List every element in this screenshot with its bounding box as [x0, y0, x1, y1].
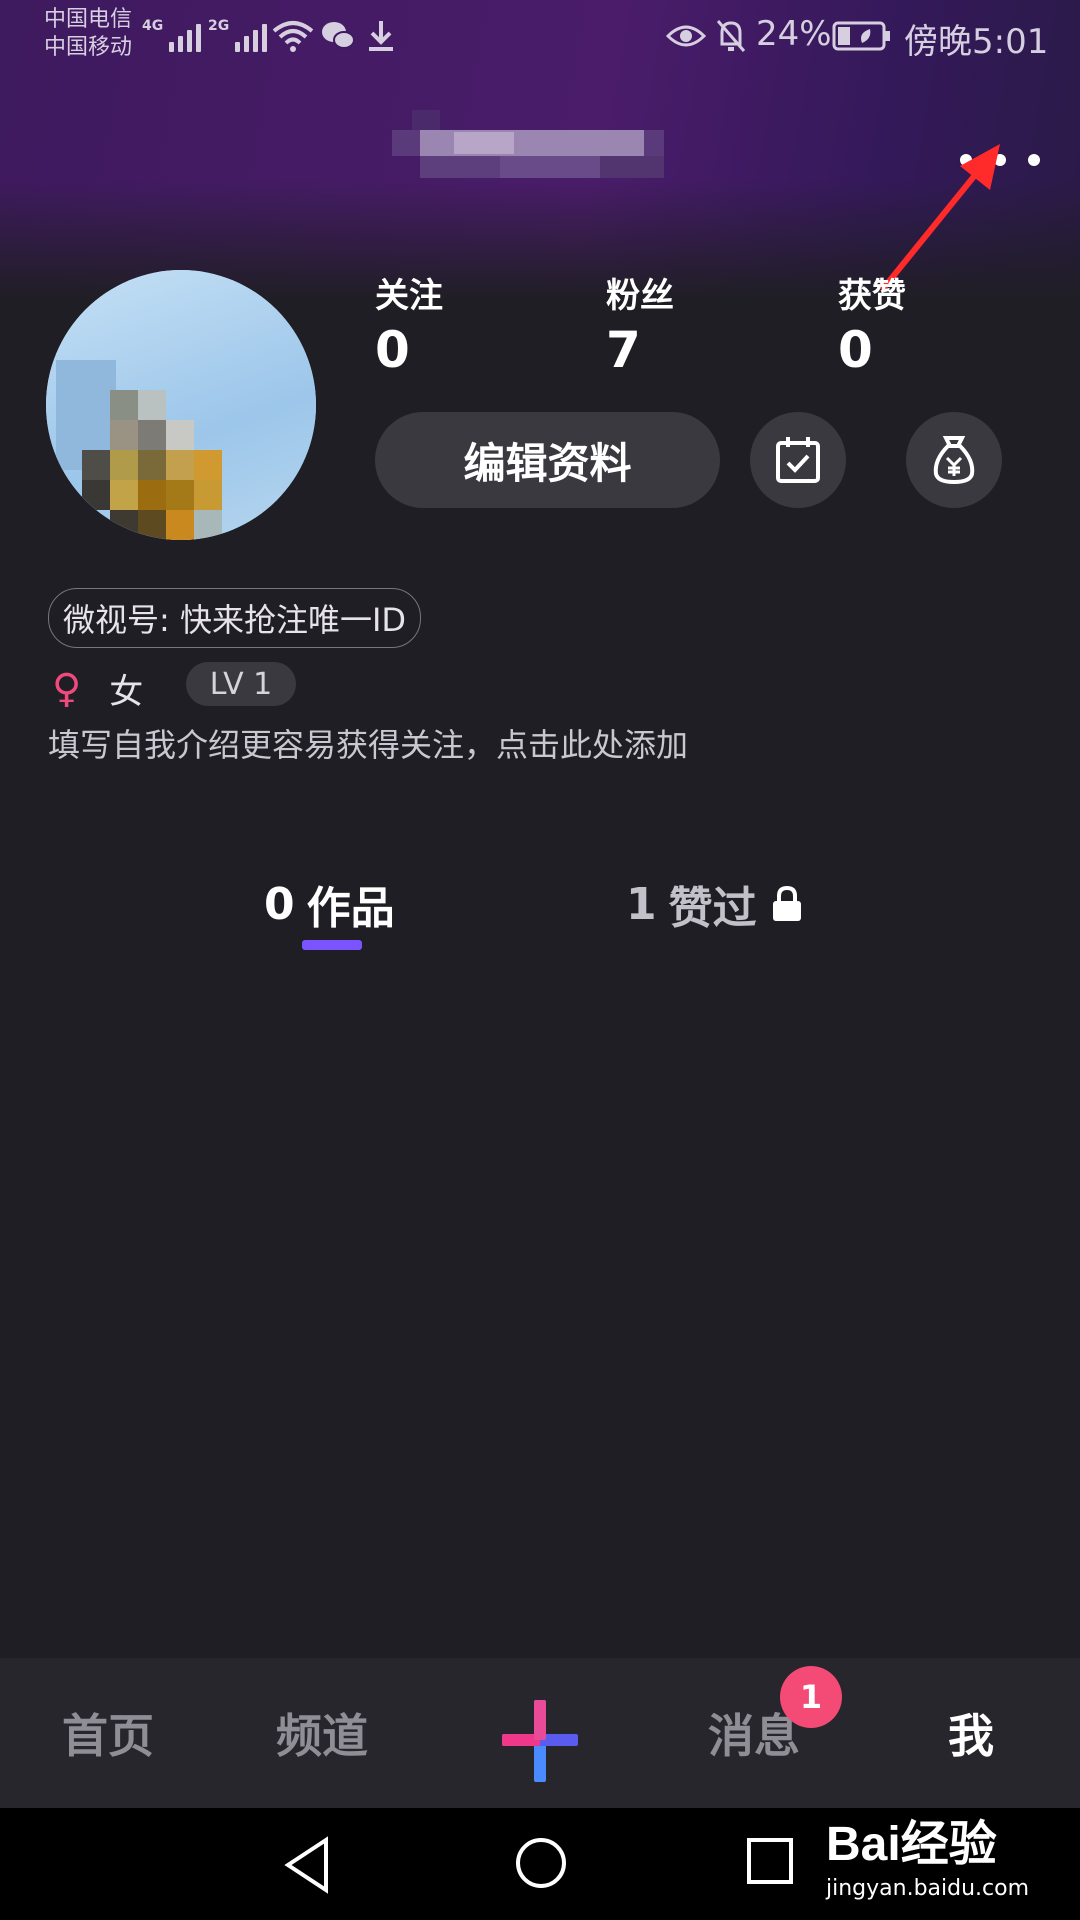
tab-liked[interactable]: 1 赞过	[626, 872, 803, 936]
wifi-icon	[272, 18, 314, 54]
recents-square-icon[interactable]	[746, 1836, 794, 1886]
status-bar: 中国电信 中国移动 4G 2G 24% 傍晚5:01	[0, 0, 1080, 76]
username-blurred	[392, 110, 672, 196]
female-icon: ♀	[52, 665, 82, 712]
mute-bell-icon	[714, 18, 748, 54]
wallet-button[interactable]	[906, 412, 1002, 508]
dot-icon	[1028, 154, 1040, 166]
lock-icon	[772, 886, 801, 921]
baidu-watermark: Bai经验 jingyan.baidu.com	[826, 1804, 1029, 1901]
checkin-button[interactable]	[750, 412, 846, 508]
level-badge: LV 1	[186, 662, 296, 706]
calendar-check-icon	[776, 437, 820, 483]
avatar[interactable]	[46, 270, 316, 540]
watermark-brand: Bai经验	[826, 1818, 997, 1871]
back-icon[interactable]	[282, 1836, 332, 1894]
eye-icon	[666, 18, 706, 54]
active-tab-indicator	[302, 940, 362, 950]
signal-2-icon: 2G	[208, 18, 268, 52]
stat-following[interactable]: 关注 0	[375, 268, 443, 379]
stat-value: 7	[606, 321, 641, 379]
carrier-names: 中国电信 中国移动	[44, 6, 132, 62]
tab-label: 赞过	[668, 883, 757, 934]
nav-channels[interactable]: 频道	[276, 1700, 368, 1766]
weishi-id-text: 微视号: 快来抢注唯一ID	[63, 601, 407, 639]
gender-info: ♀ 女	[52, 664, 143, 713]
carrier-2: 中国移动	[44, 35, 133, 60]
messages-badge: 1	[780, 1666, 842, 1728]
battery-icon	[832, 18, 892, 54]
battery-percent: 24%	[756, 14, 832, 54]
home-circle-icon[interactable]	[514, 1836, 568, 1890]
nav-home[interactable]: 首页	[62, 1700, 154, 1766]
tab-count: 1	[626, 878, 657, 930]
tab-count: 0	[264, 878, 295, 930]
stat-label: 关注	[375, 276, 443, 316]
gender-label: 女	[109, 672, 144, 712]
signal-1-icon: 4G	[142, 18, 202, 52]
stat-value: 0	[375, 321, 410, 379]
tab-label: 作品	[306, 883, 395, 934]
money-bag-icon	[933, 436, 975, 485]
stat-label: 粉丝	[606, 276, 674, 316]
clock: 傍晚5:01	[904, 22, 1049, 62]
weishi-id-badge[interactable]: 微视号: 快来抢注唯一ID	[48, 588, 422, 648]
carrier-1: 中国电信	[44, 7, 133, 32]
download-icon	[366, 18, 396, 54]
edit-profile-button[interactable]: 编辑资料	[375, 412, 720, 508]
stat-value: 0	[838, 321, 873, 379]
watermark-url: jingyan.baidu.com	[826, 1876, 1030, 1901]
bio-placeholder[interactable]: 填写自我介绍更容易获得关注，点击此处添加	[48, 720, 688, 766]
create-plus-icon[interactable]	[500, 1698, 580, 1784]
wechat-icon	[320, 18, 356, 54]
stat-fans[interactable]: 粉丝 7	[606, 268, 674, 379]
stat-likes[interactable]: 获赞 0	[838, 268, 906, 379]
nav-me[interactable]: 我	[948, 1700, 994, 1766]
tab-works[interactable]: 0 作品	[264, 872, 395, 936]
stat-label: 获赞	[838, 276, 906, 316]
